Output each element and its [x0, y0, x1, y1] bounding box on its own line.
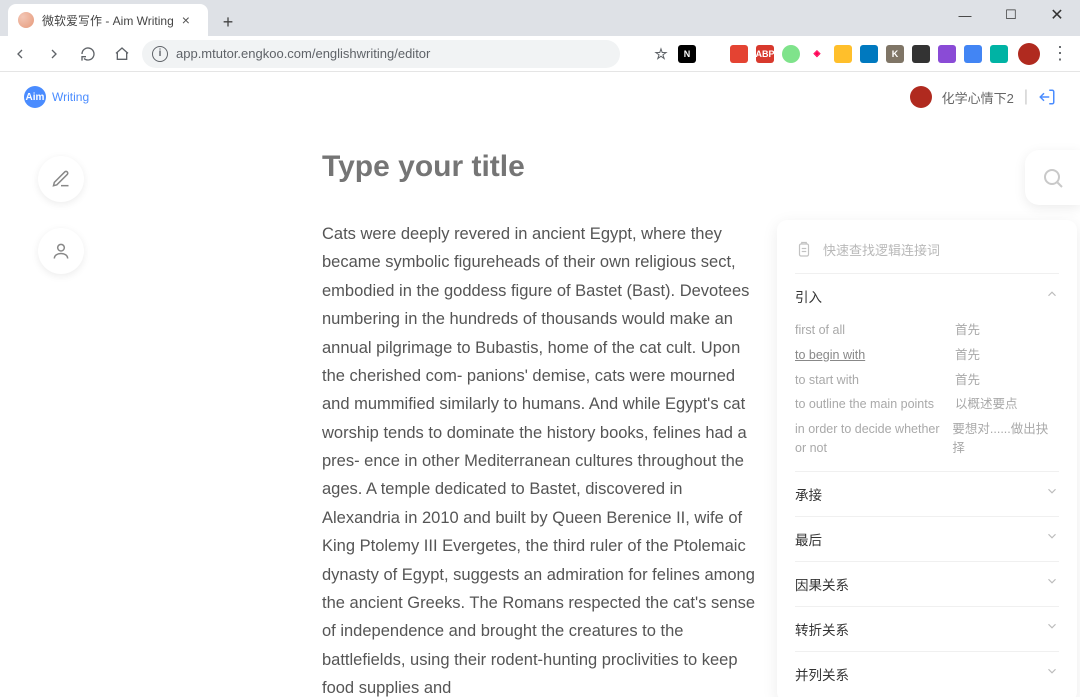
connector-zh: 首先 — [955, 321, 980, 340]
app-logo[interactable]: Aim Writing — [24, 86, 89, 108]
browser-toolbar: i app.mtutor.engkoo.com/englishwriting/e… — [0, 36, 1080, 72]
section-header[interactable]: 承接 — [795, 472, 1059, 516]
window-controls: ― ☐ ✕ — [942, 0, 1080, 30]
tab-title: 微软爱写作 - Aim Writing — [42, 12, 174, 29]
connector-zh: 首先 — [955, 346, 980, 365]
ext-trello[interactable] — [860, 45, 878, 63]
search-toggle[interactable] — [1025, 150, 1080, 205]
app-root: Aim Writing 化学心情下2 | Cats were deeply re… — [0, 72, 1080, 697]
divider: | — [1024, 88, 1028, 106]
extensions-row: ☆ N ABP ◈ K — [626, 45, 1012, 63]
user-avatar[interactable] — [910, 86, 932, 108]
connector-row[interactable]: in order to decide whether or not要想对....… — [795, 417, 1059, 461]
section-header[interactable]: 引入 — [795, 274, 1059, 318]
window-minimize[interactable]: ― — [942, 0, 988, 30]
window-maximize[interactable]: ☐ — [988, 0, 1034, 30]
chevron-down-icon — [1045, 574, 1059, 593]
panel-header: 快速查找逻辑连接词 — [795, 234, 1059, 273]
nav-reload[interactable] — [74, 40, 102, 68]
browser-menu-icon[interactable]: ⋮ — [1046, 40, 1074, 68]
logout-icon[interactable] — [1038, 88, 1056, 106]
section-title: 并列关系 — [795, 664, 849, 684]
profile-button[interactable] — [38, 228, 84, 274]
section-body: first of all首先to begin with首先to start wi… — [795, 318, 1059, 471]
connector-zh: 首先 — [955, 371, 980, 390]
panel-hint: 快速查找逻辑连接词 — [823, 240, 940, 259]
editor-area: Cats were deeply revered in ancient Egyp… — [322, 150, 762, 697]
section-title: 引入 — [795, 286, 822, 306]
connector-zh: 要想对......做出抉择 — [952, 420, 1059, 458]
ext-teal[interactable] — [990, 45, 1008, 63]
logo-text: Writing — [52, 90, 89, 104]
app-header: Aim Writing 化学心情下2 | — [0, 72, 1080, 122]
section-转折关系: 转折关系 — [795, 606, 1059, 651]
ext-evernote[interactable] — [704, 45, 722, 63]
left-sidebar — [38, 156, 84, 274]
url-text: app.mtutor.engkoo.com/englishwriting/edi… — [176, 46, 430, 61]
connector-zh: 以概述要点 — [955, 395, 1018, 414]
chevron-down-icon — [1045, 619, 1059, 638]
ext-green-dot[interactable] — [782, 45, 800, 63]
section-承接: 承接 — [795, 471, 1059, 516]
section-最后: 最后 — [795, 516, 1059, 561]
ext-yellow[interactable] — [834, 45, 852, 63]
user-name: 化学心情下2 — [942, 88, 1014, 107]
chevron-down-icon — [1045, 529, 1059, 548]
ext-notion[interactable]: N — [678, 45, 696, 63]
profile-avatar[interactable] — [1018, 43, 1040, 65]
chevron-up-icon — [1045, 287, 1059, 306]
section-header[interactable]: 并列关系 — [795, 652, 1059, 696]
browser-tab[interactable]: 微软爱写作 - Aim Writing × — [8, 4, 208, 36]
nav-back[interactable] — [6, 40, 34, 68]
section-title: 最后 — [795, 529, 822, 549]
tab-favicon — [18, 12, 34, 28]
search-icon — [1041, 166, 1065, 190]
ext-purple[interactable] — [938, 45, 956, 63]
connector-en: in order to decide whether or not — [795, 420, 952, 458]
section-header[interactable]: 因果关系 — [795, 562, 1059, 606]
connector-row[interactable]: to start with首先 — [795, 368, 1059, 393]
chevron-down-icon — [1045, 664, 1059, 683]
nav-home[interactable] — [108, 40, 136, 68]
address-bar[interactable]: i app.mtutor.engkoo.com/englishwriting/e… — [142, 40, 620, 68]
ext-todoist[interactable] — [730, 45, 748, 63]
window-close[interactable]: ✕ — [1034, 0, 1080, 30]
edit-button[interactable] — [38, 156, 84, 202]
ext-k[interactable]: K — [886, 45, 904, 63]
person-icon — [51, 241, 71, 261]
section-title: 转折关系 — [795, 619, 849, 639]
connector-en: to start with — [795, 371, 955, 390]
connectors-panel: 快速查找逻辑连接词 引入first of all首先to begin with首… — [777, 220, 1077, 697]
pencil-icon — [51, 169, 71, 189]
nav-forward[interactable] — [40, 40, 68, 68]
site-info-icon[interactable]: i — [152, 46, 168, 62]
clipboard-icon — [795, 241, 813, 259]
section-title: 因果关系 — [795, 574, 849, 594]
section-引入: 引入first of all首先to begin with首先to start … — [795, 273, 1059, 471]
section-title: 承接 — [795, 484, 822, 504]
connector-en: to outline the main points — [795, 395, 955, 414]
body-text[interactable]: Cats were deeply revered in ancient Egyp… — [322, 220, 762, 697]
chevron-down-icon — [1045, 484, 1059, 503]
section-并列关系: 并列关系 — [795, 651, 1059, 696]
ext-translate[interactable] — [626, 45, 644, 63]
ext-qr[interactable] — [912, 45, 930, 63]
title-input[interactable] — [322, 150, 762, 184]
section-header[interactable]: 最后 — [795, 517, 1059, 561]
section-因果关系: 因果关系 — [795, 561, 1059, 606]
ext-star[interactable]: ☆ — [652, 45, 670, 63]
connector-en: first of all — [795, 321, 955, 340]
ext-gtranslate[interactable] — [964, 45, 982, 63]
browser-titlebar: 微软爱写作 - Aim Writing × + ― ☐ ✕ — [0, 0, 1080, 36]
connector-row[interactable]: to outline the main points以概述要点 — [795, 392, 1059, 417]
tab-close-icon[interactable]: × — [182, 12, 190, 28]
ext-adblock[interactable]: ABP — [756, 45, 774, 63]
ext-diamond[interactable]: ◈ — [808, 45, 826, 63]
connector-en: to begin with — [795, 346, 955, 365]
section-header[interactable]: 转折关系 — [795, 607, 1059, 651]
new-tab-button[interactable]: + — [214, 8, 242, 36]
connector-row[interactable]: first of all首先 — [795, 318, 1059, 343]
logo-badge: Aim — [24, 86, 46, 108]
connector-row[interactable]: to begin with首先 — [795, 343, 1059, 368]
